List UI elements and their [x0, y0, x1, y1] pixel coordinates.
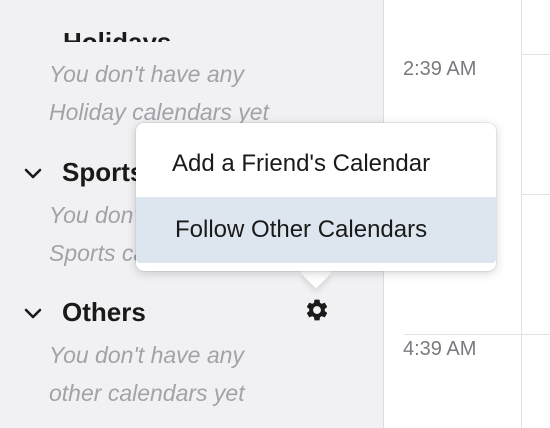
calendar-options-popup: Add a Friend's Calendar Follow Other Cal…: [136, 123, 496, 271]
section-header-others[interactable]: Others: [22, 297, 146, 328]
grid-divider: [521, 0, 522, 428]
grid-line: [521, 194, 550, 195]
section-header-sports[interactable]: Sports: [22, 157, 144, 188]
chevron-down-icon: [24, 168, 42, 178]
others-empty-note-line2: other calendars yet: [49, 380, 245, 406]
calendar-window: Holidays You don't have any Holiday cale…: [0, 0, 550, 428]
time-label: 2:39 AM: [403, 58, 477, 80]
time-label: 4:39 AM: [403, 338, 477, 360]
others-settings-button[interactable]: [303, 296, 331, 324]
menu-item-follow-other-calendars[interactable]: Follow Other Calendars: [136, 197, 496, 263]
grid-line: [521, 54, 550, 55]
grid-line: [404, 334, 550, 335]
gear-icon: [306, 299, 328, 321]
section-title-sports: Sports: [62, 157, 145, 187]
chevron-down-icon: [24, 308, 42, 318]
others-empty-note-line1: You don't have any: [49, 342, 244, 368]
section-title-others: Others: [62, 297, 146, 327]
menu-item-add-friends-calendar[interactable]: Add a Friend's Calendar: [136, 131, 496, 197]
holidays-empty-note-line1: You don't have any: [49, 61, 244, 87]
section-title-holidays: Holidays: [63, 27, 172, 42]
